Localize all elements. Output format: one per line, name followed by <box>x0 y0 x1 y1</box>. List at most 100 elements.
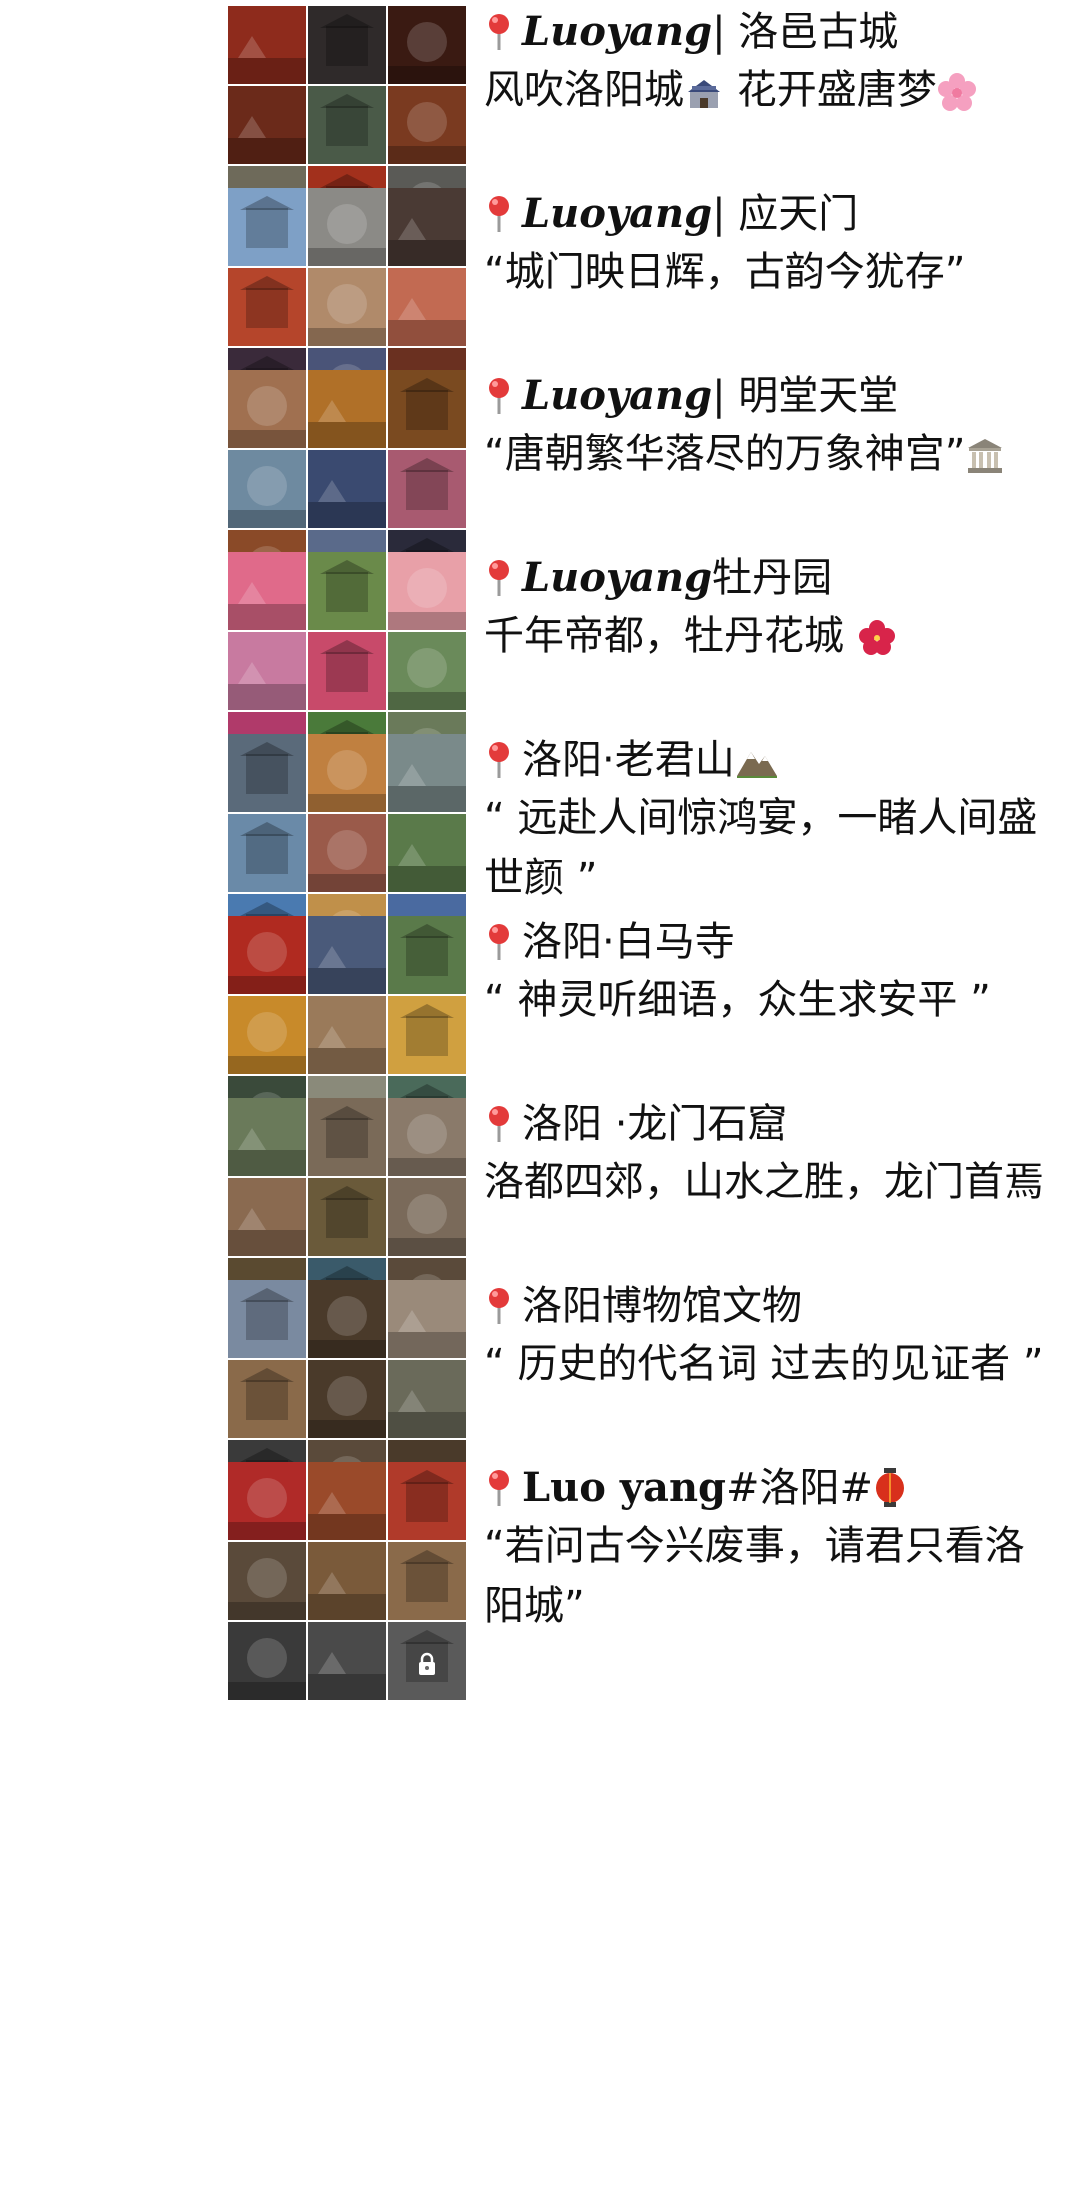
photo-thumbnail[interactable] <box>308 632 386 710</box>
photo-thumbnail[interactable] <box>308 188 386 266</box>
photo-thumbnail[interactable] <box>388 734 466 812</box>
album-post[interactable]: Luo yang #洛阳# “若问古今兴废事，请君只看洛阳城” <box>0 1456 1080 1711</box>
post-caption: “唐朝繁华落尽的万象神宫” <box>484 424 1044 484</box>
location-pin-icon <box>489 196 509 232</box>
photo-thumbnail[interactable] <box>388 1098 466 1176</box>
photo-thumbnail[interactable] <box>388 1622 466 1700</box>
post-caption-text: 洛都四郊，山水之胜，龙门首焉 <box>484 1159 1044 1205</box>
post-caption-text: “唐朝繁华落尽的万象神宫” <box>484 431 966 477</box>
photo-thumbnail[interactable] <box>228 1622 306 1700</box>
photo-thumbnail[interactable] <box>228 916 306 994</box>
photo-thumbnail[interactable] <box>228 814 306 892</box>
photo-thumbnail[interactable] <box>228 632 306 710</box>
photo-thumbnail[interactable] <box>308 1622 386 1700</box>
location-pin-icon <box>489 1288 509 1324</box>
photo-grid[interactable] <box>228 1462 466 1700</box>
location-pin-icon <box>489 1106 509 1142</box>
post-text: 洛阳·老君山 “ 远赴人间惊鸿宴，一睹人间盛世颜 ” <box>484 732 1044 908</box>
album-feed: Luoyang | 洛邑古城 风吹洛阳城 花开盛唐梦 Luoyang | 应天门… <box>0 0 1080 2192</box>
post-caption: “ 远赴人间惊鸿宴，一睹人间盛世颜 ” <box>484 788 1044 908</box>
photo-thumbnail[interactable] <box>228 1280 306 1358</box>
post-title-text: | 洛邑古城 <box>712 9 899 55</box>
photo-thumbnail[interactable] <box>388 814 466 892</box>
photo-thumbnail[interactable] <box>388 1360 466 1438</box>
photo-thumbnail[interactable] <box>388 86 466 164</box>
photo-thumbnail[interactable] <box>308 552 386 630</box>
photo-thumbnail[interactable] <box>228 734 306 812</box>
photo-thumbnail[interactable] <box>308 86 386 164</box>
post-title: 洛阳·白马寺 <box>484 914 1044 970</box>
post-title: 洛阳博物馆文物 <box>484 1278 1044 1334</box>
photo-thumbnail[interactable] <box>388 1178 466 1256</box>
photo-thumbnail[interactable] <box>388 1542 466 1620</box>
photo-thumbnail[interactable] <box>228 1542 306 1620</box>
photo-thumbnail[interactable] <box>308 6 386 84</box>
photo-thumbnail[interactable] <box>228 1178 306 1256</box>
photo-thumbnail[interactable] <box>388 552 466 630</box>
photo-thumbnail[interactable] <box>308 814 386 892</box>
photo-thumbnail[interactable] <box>228 268 306 346</box>
post-caption-text: 千年帝都，牡丹花城 <box>484 613 857 659</box>
photo-thumbnail[interactable] <box>308 268 386 346</box>
post-caption: “ 历史的代名词 过去的见证者 ” <box>484 1334 1044 1394</box>
photo-thumbnail[interactable] <box>308 916 386 994</box>
red-lantern-icon <box>876 1468 905 1507</box>
classical-building-icon <box>968 439 1003 473</box>
hibiscus-icon <box>858 620 895 655</box>
post-caption-text: “ 神灵听细语，众生求安平 ” <box>484 977 991 1023</box>
post-caption-text: 风吹洛阳城 <box>484 67 684 113</box>
post-title: Luoyang | 明堂天堂 <box>484 368 1044 424</box>
photo-thumbnail[interactable] <box>308 734 386 812</box>
photo-thumbnail[interactable] <box>228 6 306 84</box>
location-pin-icon <box>489 1470 509 1506</box>
photo-thumbnail[interactable] <box>388 916 466 994</box>
photo-thumbnail[interactable] <box>388 996 466 1074</box>
photo-thumbnail[interactable] <box>388 1462 466 1540</box>
post-title-text: 洛阳 ·龙门石窟 <box>522 1101 788 1147</box>
photo-thumbnail[interactable] <box>308 1360 386 1438</box>
photo-thumbnail[interactable] <box>228 552 306 630</box>
photo-thumbnail[interactable] <box>228 86 306 164</box>
photo-thumbnail[interactable] <box>308 1542 386 1620</box>
photo-thumbnail[interactable] <box>228 1462 306 1540</box>
post-title: Luoyang 牡丹园 <box>484 550 1044 606</box>
photo-thumbnail[interactable] <box>228 450 306 528</box>
post-text: Luoyang 牡丹园千年帝都，牡丹花城 <box>484 550 1044 666</box>
photo-thumbnail[interactable] <box>388 1280 466 1358</box>
mountain-icon <box>736 752 777 778</box>
photo-thumbnail[interactable] <box>308 450 386 528</box>
post-caption-text: “城门映日辉，古韵今犹存” <box>484 249 966 295</box>
photo-thumbnail[interactable] <box>308 996 386 1074</box>
post-text: Luoyang | 应天门 “城门映日辉，古韵今犹存” <box>484 186 1044 302</box>
photo-thumbnail[interactable] <box>388 370 466 448</box>
photo-thumbnail[interactable] <box>388 268 466 346</box>
photo-thumbnail[interactable] <box>228 1098 306 1176</box>
post-title-text: #洛阳# <box>726 1465 874 1511</box>
post-title-latin: Luoyang <box>522 554 713 601</box>
post-caption: “城门映日辉，古韵今犹存” <box>484 242 1044 302</box>
post-title-text: | 明堂天堂 <box>712 373 899 419</box>
photo-thumbnail[interactable] <box>388 188 466 266</box>
photo-thumbnail[interactable] <box>388 450 466 528</box>
photo-thumbnail[interactable] <box>388 6 466 84</box>
photo-thumbnail[interactable] <box>308 1280 386 1358</box>
photo-thumbnail[interactable] <box>228 1360 306 1438</box>
photo-thumbnail[interactable] <box>308 370 386 448</box>
photo-thumbnail[interactable] <box>388 632 466 710</box>
photo-thumbnail[interactable] <box>228 996 306 1074</box>
post-title: Luoyang | 洛邑古城 <box>484 4 1044 60</box>
post-caption-text: “ 远赴人间惊鸿宴，一睹人间盛世颜 ” <box>484 795 1038 901</box>
photo-thumbnail[interactable] <box>308 1178 386 1256</box>
post-title-latin: Luoyang <box>522 8 713 55</box>
photo-thumbnail[interactable] <box>308 1098 386 1176</box>
post-title-text: | 应天门 <box>712 191 859 237</box>
location-pin-icon <box>489 14 509 50</box>
post-title: Luoyang | 应天门 <box>484 186 1044 242</box>
photo-thumbnail[interactable] <box>228 370 306 448</box>
post-caption: 风吹洛阳城 花开盛唐梦 <box>484 60 1044 120</box>
post-text: 洛阳博物馆文物 “ 历史的代名词 过去的见证者 ” <box>484 1278 1044 1394</box>
post-text: 洛阳·白马寺 “ 神灵听细语，众生求安平 ” <box>484 914 1044 1030</box>
photo-thumbnail[interactable] <box>228 188 306 266</box>
photo-thumbnail[interactable] <box>308 1462 386 1540</box>
post-title: Luo yang #洛阳# <box>484 1460 1044 1516</box>
